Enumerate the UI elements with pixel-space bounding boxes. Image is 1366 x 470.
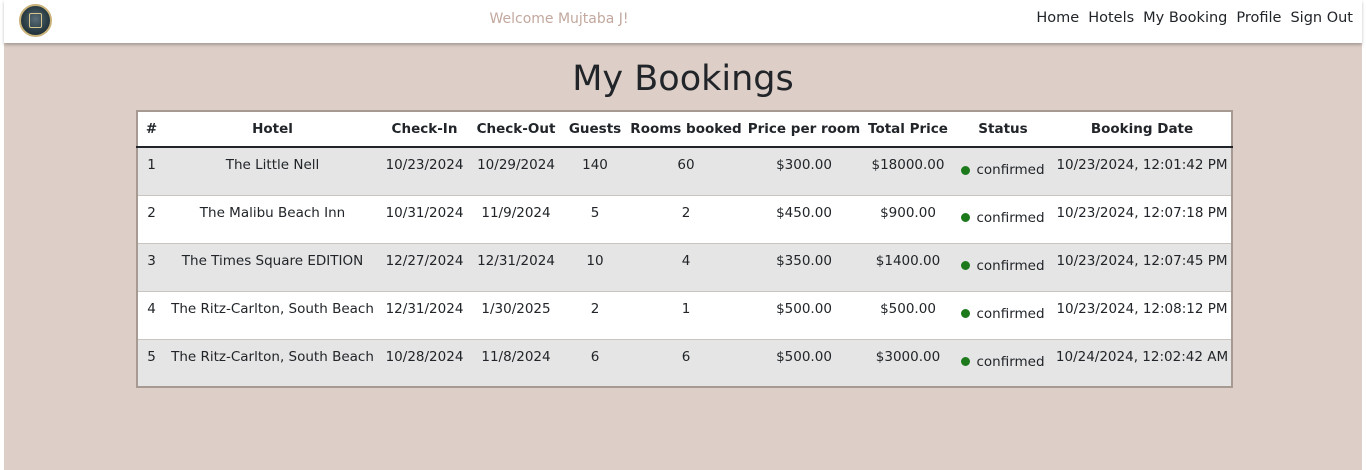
cell-guests: 2 bbox=[563, 291, 627, 340]
cell-rooms: 2 bbox=[627, 195, 745, 244]
cell-rooms: 1 bbox=[627, 291, 745, 340]
cell-booking-date: 10/23/2024, 12:07:45 PM bbox=[1053, 243, 1232, 292]
nav-link-my-booking[interactable]: My Booking bbox=[1143, 10, 1227, 26]
status-label: confirmed bbox=[976, 353, 1045, 370]
nav-links: Home Hotels My Booking Profile Sign Out bbox=[1027, 10, 1353, 26]
cell-check-in: 10/31/2024 bbox=[380, 195, 469, 244]
status-label: confirmed bbox=[976, 305, 1045, 322]
cell-booking-date: 10/23/2024, 12:08:12 PM bbox=[1053, 291, 1232, 340]
cell-check-out: 11/8/2024 bbox=[469, 339, 563, 387]
cell-status: confirmed bbox=[953, 147, 1053, 196]
cell-check-out: 10/29/2024 bbox=[469, 147, 563, 196]
cell-price-per-room: $500.00 bbox=[745, 339, 863, 387]
cell-hotel: The Ritz-Carlton, South Beach bbox=[165, 291, 380, 340]
cell-number: 3 bbox=[137, 243, 165, 292]
header-booking-date: Booking Date bbox=[1053, 111, 1232, 148]
status-dot-icon bbox=[961, 309, 971, 318]
cell-price-per-room: $500.00 bbox=[745, 291, 863, 340]
table-row: 4 The Ritz-Carlton, South Beach 12/31/20… bbox=[137, 291, 1232, 340]
cell-price-per-room: $450.00 bbox=[745, 195, 863, 244]
page-title: My Bookings bbox=[572, 59, 794, 99]
cell-number: 4 bbox=[137, 291, 165, 340]
table-row: 1 The Little Nell 10/23/2024 10/29/2024 … bbox=[137, 147, 1232, 196]
table-header-row: # Hotel Check-In Check-Out Guests Rooms … bbox=[137, 111, 1232, 148]
cell-price-per-room: $300.00 bbox=[745, 147, 863, 196]
header-rooms-booked: Rooms booked bbox=[627, 111, 745, 148]
cell-check-in: 10/28/2024 bbox=[380, 339, 469, 387]
cell-status: confirmed bbox=[953, 195, 1053, 244]
cell-booking-date: 10/23/2024, 12:07:18 PM bbox=[1053, 195, 1232, 244]
status-dot-icon bbox=[961, 357, 971, 366]
nav-link-sign-out[interactable]: Sign Out bbox=[1290, 10, 1353, 26]
cell-rooms: 60 bbox=[627, 147, 745, 196]
header-check-in: Check-In bbox=[380, 111, 469, 148]
cell-guests: 10 bbox=[563, 243, 627, 292]
cell-total-price: $1400.00 bbox=[863, 243, 953, 292]
cell-status: confirmed bbox=[953, 243, 1053, 292]
cell-number: 2 bbox=[137, 195, 165, 244]
cell-price-per-room: $350.00 bbox=[745, 243, 863, 292]
cell-booking-date: 10/23/2024, 12:01:42 PM bbox=[1053, 147, 1232, 196]
bookings-table: # Hotel Check-In Check-Out Guests Rooms … bbox=[136, 110, 1233, 388]
cell-check-out: 11/9/2024 bbox=[469, 195, 563, 244]
cell-total-price: $3000.00 bbox=[863, 339, 953, 387]
cell-rooms: 6 bbox=[627, 339, 745, 387]
cell-total-price: $500.00 bbox=[863, 291, 953, 340]
cell-rooms: 4 bbox=[627, 243, 745, 292]
navbar: Welcome Mujtaba J! Home Hotels My Bookin… bbox=[4, 0, 1362, 43]
cell-status: confirmed bbox=[953, 339, 1053, 387]
cell-booking-date: 10/24/2024, 12:02:42 AM bbox=[1053, 339, 1232, 387]
status-dot-icon bbox=[961, 165, 971, 175]
table-row: 3 The Times Square EDITION 12/27/2024 12… bbox=[137, 243, 1232, 292]
cell-hotel: The Malibu Beach Inn bbox=[165, 195, 380, 244]
cell-guests: 140 bbox=[563, 147, 627, 196]
header-status: Status bbox=[953, 111, 1053, 148]
header-hotel: Hotel bbox=[165, 111, 380, 148]
status-label: confirmed bbox=[976, 257, 1045, 274]
status-label: confirmed bbox=[976, 162, 1045, 178]
nav-link-profile[interactable]: Profile bbox=[1236, 10, 1281, 26]
cell-check-in: 12/27/2024 bbox=[380, 243, 469, 292]
cell-check-out: 1/30/2025 bbox=[469, 291, 563, 340]
cell-guests: 6 bbox=[563, 339, 627, 387]
cell-hotel: The Times Square EDITION bbox=[165, 243, 380, 292]
status-label: confirmed bbox=[976, 209, 1045, 226]
cell-status: confirmed bbox=[953, 291, 1053, 340]
cell-check-in: 10/23/2024 bbox=[380, 147, 469, 196]
header-guests: Guests bbox=[563, 111, 627, 148]
header-total-price: Total Price bbox=[863, 111, 953, 148]
cell-check-in: 12/31/2024 bbox=[380, 291, 469, 340]
nav-link-home[interactable]: Home bbox=[1036, 10, 1079, 26]
table-row: 2 The Malibu Beach Inn 10/31/2024 11/9/2… bbox=[137, 195, 1232, 244]
status-dot-icon bbox=[961, 261, 971, 270]
cell-hotel: The Ritz-Carlton, South Beach bbox=[165, 339, 380, 387]
header-price-per-room: Price per room bbox=[745, 111, 863, 148]
table-row: 5 The Ritz-Carlton, South Beach 10/28/20… bbox=[137, 339, 1232, 387]
main-content: My Bookings # Hotel Check-In Check-Out G… bbox=[4, 43, 1362, 470]
cell-number: 1 bbox=[137, 147, 165, 196]
cell-check-out: 12/31/2024 bbox=[469, 243, 563, 292]
welcome-message: Welcome Mujtaba J! bbox=[489, 11, 629, 27]
cell-hotel: The Little Nell bbox=[165, 147, 380, 196]
cell-number: 5 bbox=[137, 339, 165, 387]
cell-guests: 5 bbox=[563, 195, 627, 244]
nav-link-hotels[interactable]: Hotels bbox=[1088, 10, 1134, 26]
cell-total-price: $18000.00 bbox=[863, 147, 953, 196]
status-dot-icon bbox=[961, 213, 971, 222]
cell-total-price: $900.00 bbox=[863, 195, 953, 244]
header-number: # bbox=[137, 111, 165, 148]
header-check-out: Check-Out bbox=[469, 111, 563, 148]
